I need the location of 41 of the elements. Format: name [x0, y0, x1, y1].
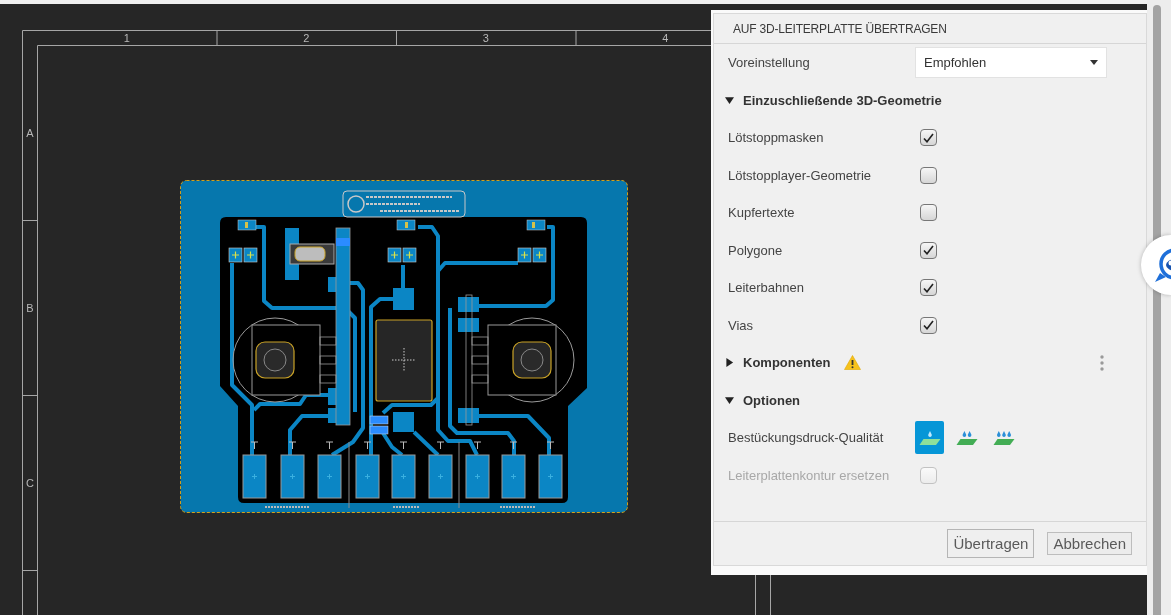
field-label: Voreinstellung — [728, 55, 811, 71]
dialog-button[interactable]: Übertragen — [947, 529, 1035, 558]
preset-dropdown[interactable]: Empfohlen — [915, 47, 1107, 79]
scrollbar-thumb[interactable] — [1153, 5, 1161, 615]
row-label: A — [26, 126, 34, 139]
row-label: C — [26, 476, 34, 489]
dialog-title: AUF 3D-LEITERPLATTE ÜBERTRAGEN — [733, 21, 947, 36]
quality-option-button[interactable] — [915, 421, 944, 455]
checkbox-label: Leiterplattenkontur ersetzen — [728, 467, 891, 483]
checkbox-label: Lötstopplayer-Geometrie — [728, 167, 873, 183]
checkbox[interactable] — [920, 129, 937, 147]
section-toggle[interactable]: Komponenten — [725, 355, 831, 371]
section-toggle[interactable]: Optionen — [725, 392, 801, 408]
checkbox-label: Leiterbahnen — [728, 280, 805, 296]
droplets-on-layer-icon — [955, 429, 978, 446]
checkbox[interactable] — [920, 316, 937, 334]
checkbox-label: Lötstoppmasken — [728, 130, 825, 146]
droplets-on-layer-icon — [992, 429, 1015, 446]
column-label: 2 — [303, 32, 310, 44]
dropdown-caret-icon — [1090, 60, 1098, 66]
chat-icon[interactable] — [1138, 235, 1171, 295]
checkbox-label: Kupfertexte — [728, 205, 796, 221]
droplets-on-layer-icon — [918, 429, 941, 446]
checkmark-icon — [923, 282, 934, 293]
checkmark-icon — [923, 320, 934, 331]
field-label: Bestückungsdruck-Qualität — [728, 430, 885, 446]
checkbox-label: Vias — [728, 317, 755, 333]
checkmark-icon — [923, 245, 934, 256]
checkmark-icon — [923, 132, 934, 143]
checkbox[interactable] — [920, 279, 937, 297]
dialog-button[interactable]: Abbrechen — [1047, 532, 1132, 555]
column-label: 1 — [123, 32, 130, 44]
row-label: B — [26, 301, 34, 314]
checkbox-label: Polygone — [728, 242, 784, 258]
section-toggle[interactable]: Einzuschließende 3D-Geometrie — [725, 92, 942, 108]
column-label: 4 — [662, 32, 669, 44]
checkbox[interactable] — [920, 204, 937, 222]
checkbox[interactable] — [920, 166, 937, 184]
checkbox[interactable] — [920, 241, 937, 259]
column-label: 3 — [482, 32, 489, 44]
kebab-menu-icon[interactable] — [1100, 354, 1104, 371]
